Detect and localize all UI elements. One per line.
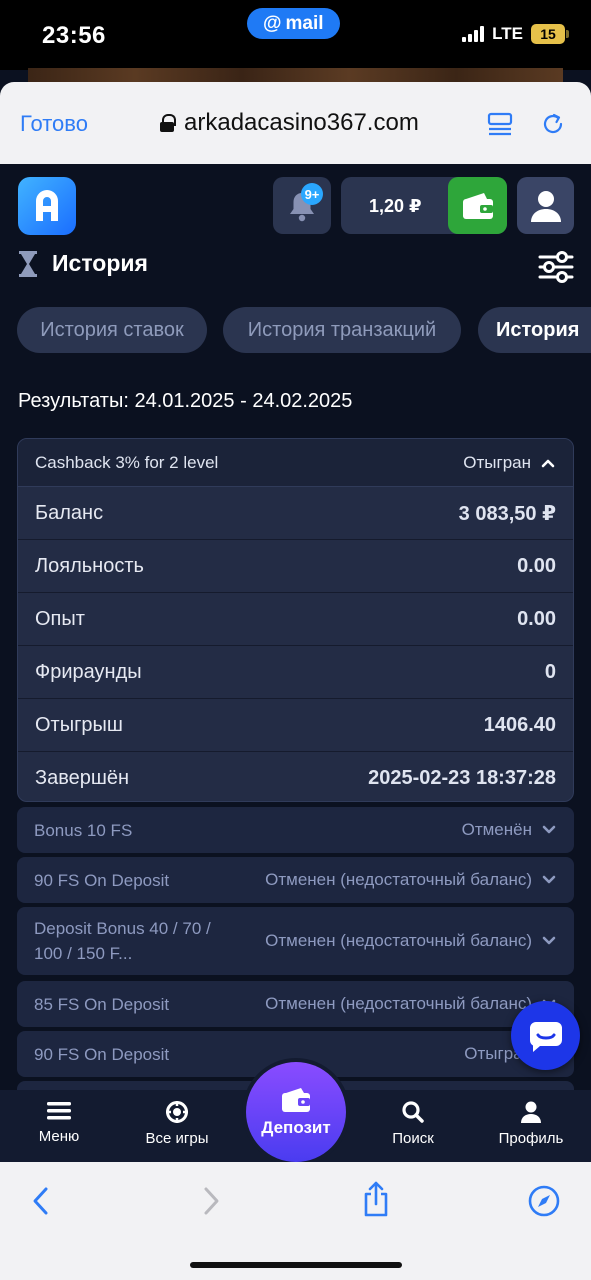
tab-bonus-history[interactable]: История bbox=[478, 307, 591, 353]
support-chat-button[interactable] bbox=[511, 1001, 580, 1070]
balance-widget[interactable]: 1,20 ₽ bbox=[341, 177, 507, 234]
logo-letter-icon bbox=[36, 190, 58, 221]
address-bar[interactable]: arkadacasino367.com bbox=[160, 109, 419, 137]
detail-label: Баланс bbox=[35, 501, 104, 524]
compass-icon[interactable] bbox=[527, 1184, 561, 1218]
chevron-down-icon bbox=[542, 875, 556, 884]
home-indicator bbox=[190, 1262, 402, 1268]
detail-row: Завершён 2025-02-23 18:37:28 bbox=[18, 752, 573, 801]
network-label: LTE bbox=[492, 24, 523, 43]
section-header: История bbox=[18, 250, 148, 277]
detail-value: 2025-02-23 18:37:28 bbox=[368, 767, 556, 789]
chevron-up-icon bbox=[541, 459, 555, 467]
deposit-button[interactable]: Депозит bbox=[246, 1062, 346, 1162]
reload-icon[interactable] bbox=[540, 111, 566, 137]
bonus-row[interactable]: 85 FS On Deposit Отменен (недостаточный … bbox=[17, 981, 574, 1027]
browser-top-bar: Готово arkadacasino367.com bbox=[0, 82, 591, 164]
url-text: arkadacasino367.com bbox=[184, 109, 419, 136]
detail-label: Отыгрыш bbox=[35, 713, 123, 736]
bonus-row[interactable]: Deposit Bonus 40 / 70 / 100 / 150 F... О… bbox=[17, 907, 574, 975]
mail-pill[interactable]: @ mail bbox=[247, 8, 340, 39]
bonus-status: Отыгран bbox=[463, 452, 531, 472]
detail-value: 0.00 bbox=[517, 607, 556, 630]
chevron-down-icon bbox=[542, 825, 556, 834]
bonus-row-name: 90 FS On Deposit bbox=[34, 870, 170, 890]
back-icon[interactable] bbox=[30, 1186, 52, 1216]
detail-row: Отыгрыш 1406.40 bbox=[18, 699, 573, 752]
battery-level: 15 bbox=[540, 26, 556, 42]
battery-icon: 15 bbox=[531, 24, 569, 44]
notifications-button[interactable]: 9+ bbox=[273, 177, 331, 234]
bonus-row-name: Bonus 10 FS bbox=[34, 820, 133, 840]
detail-label: Завершён bbox=[35, 767, 130, 789]
deposit-label: Депозит bbox=[261, 1118, 331, 1137]
detail-value: 1406.40 bbox=[483, 713, 556, 736]
detail-row: Лояльность 0.00 bbox=[18, 540, 573, 593]
nav-search[interactable]: Поиск bbox=[368, 1100, 458, 1147]
wallet-button[interactable] bbox=[448, 177, 507, 234]
bonus-row-name: 85 FS On Deposit bbox=[34, 994, 170, 1014]
games-icon bbox=[166, 1101, 188, 1123]
wallet-icon bbox=[462, 192, 493, 219]
detail-label: Фрираунды bbox=[35, 660, 142, 683]
done-button[interactable]: Готово bbox=[20, 111, 88, 137]
lock-icon bbox=[160, 114, 176, 132]
hourglass-icon bbox=[19, 250, 37, 277]
detail-label: Лояльность bbox=[35, 554, 144, 577]
chevron-down-icon bbox=[542, 936, 556, 945]
reader-icon[interactable] bbox=[487, 111, 513, 137]
user-icon bbox=[530, 190, 561, 222]
detail-value: 3 083,50 ₽ bbox=[458, 502, 556, 525]
detail-row: Фрираунды 0 bbox=[18, 646, 573, 699]
site-logo[interactable] bbox=[18, 177, 76, 235]
nav-profile[interactable]: Профиль bbox=[486, 1100, 576, 1147]
results-range: Результаты: 24.01.2025 - 24.02.2025 bbox=[18, 390, 353, 412]
tab-transaction-history[interactable]: История транзакций bbox=[223, 307, 461, 353]
wallet-icon bbox=[282, 1088, 310, 1112]
bonus-card-expanded: Cashback 3% for 2 level Отыгран Баланс 3… bbox=[17, 438, 574, 802]
bonus-card-header[interactable]: Cashback 3% for 2 level Отыгран bbox=[18, 439, 573, 487]
balance-amount: 1,20 ₽ bbox=[369, 196, 422, 216]
nav-all-games-label: Все игры bbox=[145, 1130, 209, 1147]
chat-icon bbox=[529, 1021, 562, 1052]
tab-bet-history[interactable]: История ставок bbox=[17, 307, 207, 353]
notification-badge: 9+ bbox=[301, 183, 323, 205]
bonus-row-status: Отменен (недостаточный баланс) bbox=[265, 870, 532, 889]
share-icon[interactable] bbox=[361, 1180, 391, 1218]
detail-value: 0.00 bbox=[517, 554, 556, 577]
nav-menu[interactable]: Меню bbox=[14, 1100, 104, 1145]
profile-icon bbox=[521, 1101, 541, 1123]
nav-menu-label: Меню bbox=[38, 1128, 80, 1145]
menu-icon bbox=[47, 1102, 71, 1120]
at-icon: @ bbox=[263, 12, 282, 34]
nav-all-games[interactable]: Все игры bbox=[132, 1100, 222, 1147]
signal-icon bbox=[462, 26, 485, 42]
bonus-row-status: Отменён bbox=[461, 820, 532, 839]
detail-value: 0 bbox=[544, 660, 556, 683]
detail-row: Баланс 3 083,50 ₽ bbox=[18, 487, 573, 540]
bonus-row-name: Deposit Bonus 40 / 70 / 100 / 150 F... bbox=[34, 919, 211, 963]
filter-icon[interactable] bbox=[538, 251, 574, 283]
nav-profile-label: Профиль bbox=[498, 1130, 564, 1147]
nav-search-label: Поиск bbox=[392, 1130, 434, 1147]
mail-pill-label: mail bbox=[285, 12, 324, 34]
detail-label: Опыт bbox=[35, 607, 85, 630]
status-right: LTE 15 bbox=[462, 24, 569, 44]
bonus-row-status: Отменен (недостаточный баланс) bbox=[265, 931, 532, 950]
profile-avatar-button[interactable] bbox=[517, 177, 574, 234]
bonus-row-name: 90 FS On Deposit bbox=[34, 1044, 170, 1064]
bonus-row-status: Отменен (недостаточный баланс) bbox=[265, 994, 532, 1013]
status-bar: 23:56 @ mail LTE 15 bbox=[0, 0, 591, 70]
screen: 23:56 @ mail LTE 15 Готово arkadacasino3… bbox=[0, 0, 591, 1280]
forward-icon[interactable] bbox=[200, 1186, 222, 1216]
detail-row: Опыт 0.00 bbox=[18, 593, 573, 646]
bonus-row[interactable]: Bonus 10 FS Отменён bbox=[17, 807, 574, 853]
bonus-name: Cashback 3% for 2 level bbox=[35, 452, 219, 472]
page-title: История bbox=[52, 250, 148, 276]
status-time: 23:56 bbox=[42, 22, 106, 49]
bonus-row[interactable]: 90 FS On Deposit Отменен (недостаточный … bbox=[17, 857, 574, 903]
search-icon bbox=[402, 1101, 424, 1123]
